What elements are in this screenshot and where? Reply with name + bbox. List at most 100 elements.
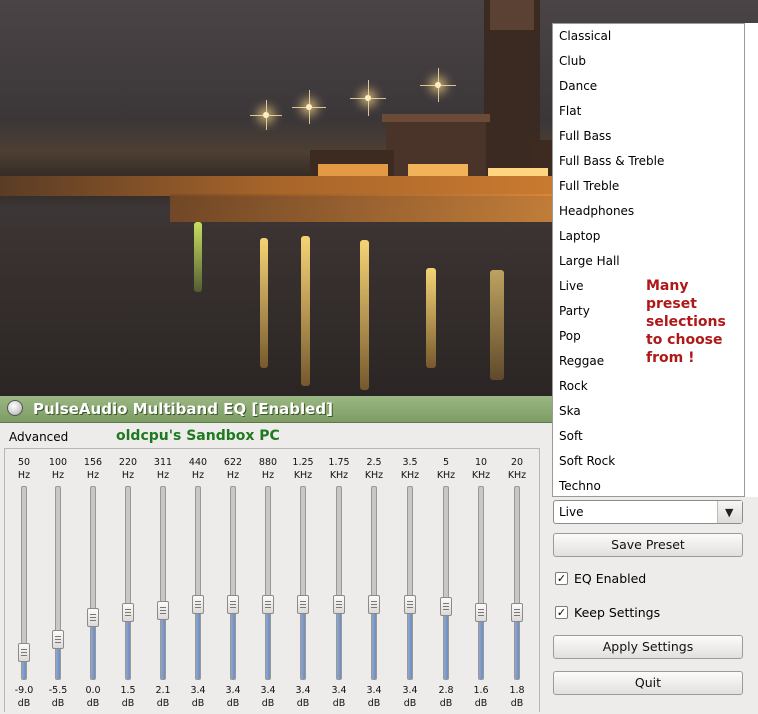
band-slider-fill (372, 604, 376, 679)
band-slider-track[interactable] (90, 486, 96, 680)
band-slider-fill (515, 611, 519, 679)
band-gain-value: 1.8 (509, 685, 525, 696)
preset-option[interactable]: Full Bass (559, 129, 611, 143)
light-reflection (260, 238, 268, 368)
band-slider-fill (479, 611, 483, 679)
band-gain-unit: dB (510, 698, 524, 709)
light-reflection (490, 270, 504, 380)
promenade (0, 176, 552, 196)
lighthouse-top (490, 0, 534, 30)
band-slider-track[interactable] (230, 486, 236, 680)
band-frequency-value: 20 (510, 457, 524, 468)
band-slider-handle[interactable] (122, 602, 134, 622)
dropdown-scroll-area[interactable] (745, 23, 758, 497)
band-slider-track[interactable] (125, 486, 131, 680)
preset-option[interactable]: Live (559, 279, 584, 293)
band-slider-track[interactable] (514, 486, 520, 680)
band-slider-handle[interactable] (368, 594, 380, 614)
band-slider-track[interactable] (55, 486, 61, 680)
preset-option[interactable]: Full Treble (559, 179, 619, 193)
band-gain-label: 1.8 dB (494, 684, 540, 710)
band-slider-fill (161, 609, 165, 679)
preset-combo-box[interactable]: Live ▼ (553, 500, 743, 524)
preset-dropdown-list[interactable]: Classical Club Dance Flat Full Bass Full Bass… (552, 23, 745, 497)
light-reflection (360, 240, 369, 390)
band-slider-handle[interactable] (333, 594, 345, 614)
band-slider-fill (301, 604, 305, 679)
band-slider-handle[interactable] (262, 594, 274, 614)
preset-option[interactable]: Techno (559, 479, 601, 493)
band-slider-track[interactable] (265, 486, 271, 680)
window-title: PulseAudio Multiband EQ [Enabled] (33, 400, 333, 418)
band-slider-fill (337, 604, 341, 679)
lamp-glare (368, 80, 369, 116)
preset-option[interactable]: Laptop (559, 229, 600, 243)
lamp-glare (266, 100, 267, 130)
preset-option[interactable]: Club (559, 54, 586, 68)
band-slider-handle[interactable] (192, 594, 204, 614)
band-frequency-unit: KHz (507, 470, 527, 481)
annotation-line: preset (646, 296, 697, 312)
band-slider-handle[interactable] (157, 600, 169, 620)
band-slider-track[interactable] (195, 486, 201, 680)
band-slider-handle[interactable] (18, 643, 30, 663)
eq-enabled-checkbox[interactable]: ✓ (555, 572, 568, 585)
preset-option[interactable]: Party (559, 304, 590, 318)
band-slider-track[interactable] (443, 486, 449, 680)
band-slider-fill (196, 604, 200, 679)
band-slider-track[interactable] (300, 486, 306, 680)
band-slider-track[interactable] (478, 486, 484, 680)
band-slider-handle[interactable] (52, 629, 64, 649)
apply-settings-button[interactable]: Apply Settings (553, 635, 743, 659)
preset-option[interactable]: Full Bass & Treble (559, 154, 664, 168)
check-icon: ✓ (556, 572, 567, 585)
keep-settings-label: Keep Settings (574, 605, 661, 620)
preset-option[interactable]: Pop (559, 329, 581, 343)
eq-enabled-label: EQ Enabled (574, 571, 647, 586)
band-slider-handle[interactable] (440, 596, 452, 616)
band-frequency-label: 20 KHz (494, 456, 540, 482)
band-slider-handle[interactable] (297, 594, 309, 614)
preset-option[interactable]: Reggae (559, 354, 604, 368)
preset-option[interactable]: Headphones (559, 204, 634, 218)
promenade-edge (170, 194, 552, 222)
band-slider-fill (444, 606, 448, 679)
band-slider-track[interactable] (160, 486, 166, 680)
band-slider-handle[interactable] (227, 594, 239, 614)
band-slider-track[interactable] (336, 486, 342, 680)
band-slider-track[interactable] (371, 486, 377, 680)
preset-option[interactable]: Soft Rock (559, 454, 615, 468)
annotation-note: Many preset selections to choose from ! (646, 277, 726, 367)
band-slider-handle[interactable] (87, 608, 99, 628)
band-slider-fill (231, 604, 235, 679)
advanced-menu[interactable]: Advanced (9, 430, 68, 444)
band-slider-fill (266, 604, 270, 679)
light-reflection (194, 222, 202, 292)
band-slider-handle[interactable] (511, 602, 523, 622)
harbour-building-roof (382, 114, 490, 122)
pulseaudio-app-icon (7, 400, 23, 416)
band-slider-track[interactable] (407, 486, 413, 680)
annotation-line: from ! (646, 350, 695, 366)
band-slider-handle[interactable] (475, 602, 487, 622)
preset-option[interactable]: Classical (559, 29, 611, 43)
combo-dropdown-button[interactable]: ▼ (717, 501, 742, 523)
band-slider-fill (408, 604, 412, 679)
preset-option[interactable]: Ska (559, 404, 581, 418)
annotation-line: selections (646, 314, 726, 330)
annotation-line: to choose (646, 332, 723, 348)
save-preset-button[interactable]: Save Preset (553, 533, 743, 557)
band-slider-handle[interactable] (404, 594, 416, 614)
preset-option[interactable]: Dance (559, 79, 597, 93)
lamp-glare (438, 68, 439, 102)
preset-selected-value: Live (559, 505, 584, 519)
preset-option[interactable]: Soft (559, 429, 583, 443)
eq-band-panel (4, 448, 540, 712)
preset-option[interactable]: Rock (559, 379, 588, 393)
light-reflection (301, 236, 310, 386)
preset-option[interactable]: Flat (559, 104, 581, 118)
keep-settings-checkbox[interactable]: ✓ (555, 606, 568, 619)
lamp-glare (309, 90, 310, 124)
quit-button[interactable]: Quit (553, 671, 743, 695)
preset-option[interactable]: Large Hall (559, 254, 620, 268)
